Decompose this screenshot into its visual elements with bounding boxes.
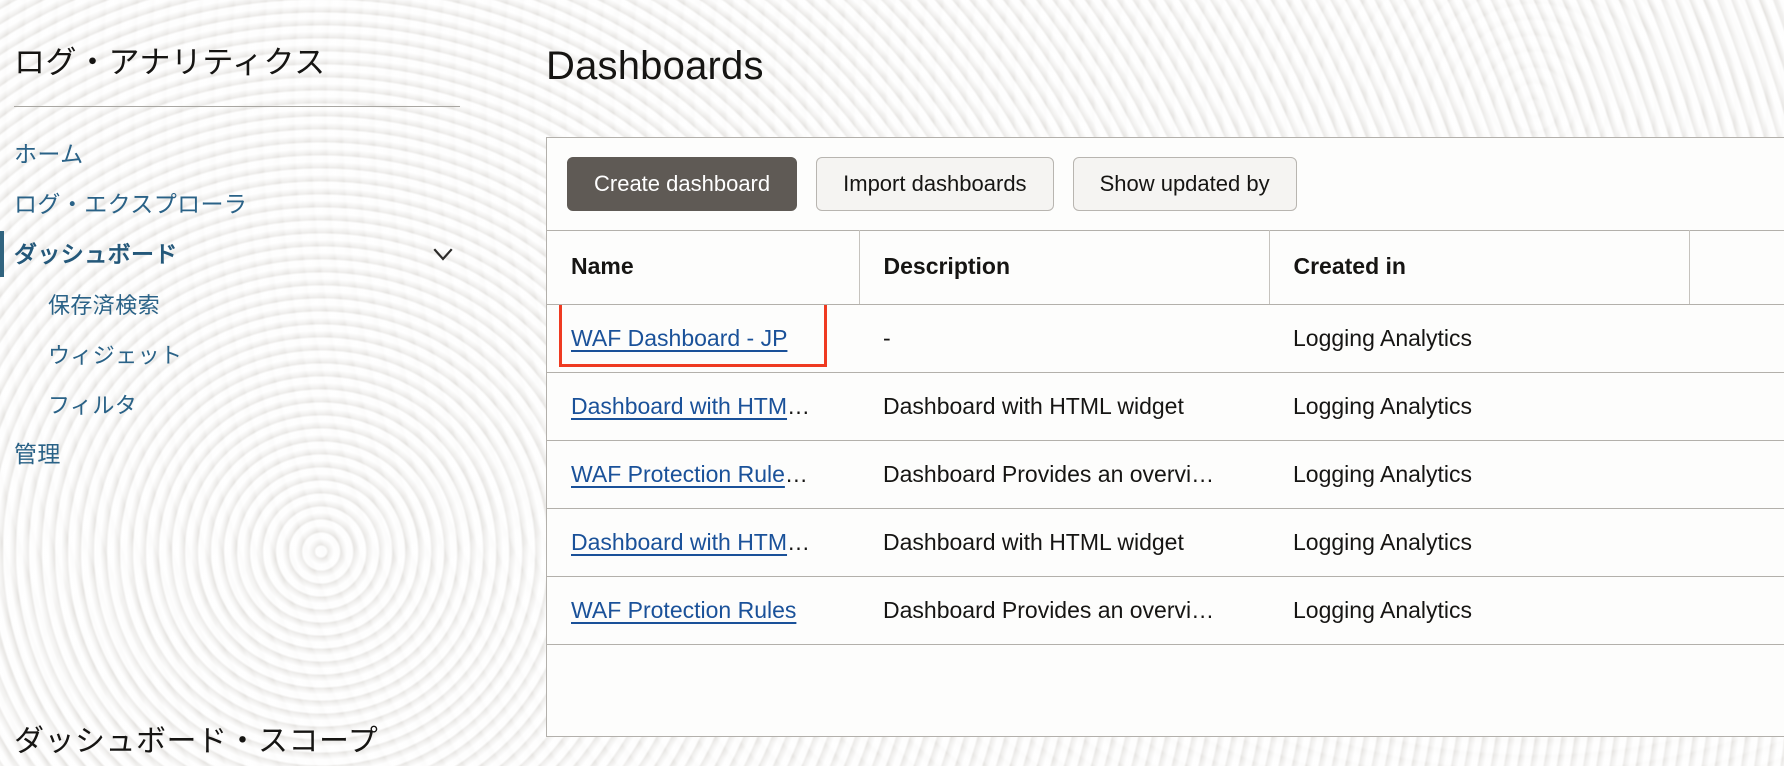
dashboard-name-link[interactable]: WAF Protection Rule — [571, 461, 785, 487]
cell-created-in: Logging Analytics — [1269, 441, 1689, 509]
dashboard-name-link[interactable]: Dashboard with HTM — [571, 393, 787, 419]
cell-created-in: Logging Analytics — [1269, 373, 1689, 441]
sidebar-item-home[interactable]: ホーム — [0, 129, 520, 179]
cell-description: Dashboard with HTML widget — [859, 373, 1269, 441]
cell-name: Dashboard with HTM… — [547, 373, 859, 441]
main-content: Dashboards Create dashboard Import dashb… — [520, 0, 1784, 766]
table-row[interactable]: WAF Protection Rule… Dashboard Provides … — [547, 441, 1784, 509]
cell-extra — [1689, 577, 1784, 645]
cell-name: WAF Protection Rules — [547, 577, 859, 645]
table-row[interactable]: Dashboard with HTM… Dashboard with HTML … — [547, 373, 1784, 441]
sidebar-item-label: ダッシュボード — [14, 238, 178, 270]
name-truncation-ellipsis: … — [787, 529, 810, 555]
cell-description: Dashboard with HTML widget — [859, 509, 1269, 577]
table-body: WAF Dashboard - JP - Logging Analytics D… — [547, 305, 1784, 645]
dashboards-panel: Create dashboard Import dashboards Show … — [546, 137, 1784, 737]
sidebar-item-label: 保存済検索 — [48, 293, 160, 318]
chevron-down-icon[interactable] — [430, 241, 456, 267]
sidebar-item-dashboards[interactable]: ダッシュボード — [0, 229, 520, 279]
sidebar-item-label: フィルタ — [48, 393, 137, 418]
cell-extra — [1689, 373, 1784, 441]
cell-extra — [1689, 305, 1784, 373]
name-truncation-ellipsis: … — [785, 461, 808, 487]
sidebar-nav: ホーム ログ・エクスプローラ ダッシュボード 保存済検索 ウィジェット — [0, 129, 520, 480]
cell-created-in: Logging Analytics — [1269, 509, 1689, 577]
sidebar-item-label: 管理 — [14, 438, 61, 470]
dashboard-name-link[interactable]: WAF Protection Rules — [571, 597, 796, 623]
sidebar: ログ・アナリティクス ホーム ログ・エクスプローラ ダッシュボード 保存済検索 — [0, 0, 520, 766]
table-row[interactable]: WAF Protection Rules Dashboard Provides … — [547, 577, 1784, 645]
import-dashboards-button[interactable]: Import dashboards — [816, 157, 1053, 211]
sidebar-item-administration[interactable]: 管理 — [0, 429, 520, 479]
dashboards-table: Name Description Created in WAF Dashboar… — [547, 230, 1784, 645]
app-layout: ログ・アナリティクス ホーム ログ・エクスプローラ ダッシュボード 保存済検索 — [0, 0, 1784, 766]
cell-created-in: Logging Analytics — [1269, 305, 1689, 373]
sidebar-title: ログ・アナリティクス — [0, 42, 520, 84]
table-row[interactable]: WAF Dashboard - JP - Logging Analytics — [547, 305, 1784, 373]
cell-created-in: Logging Analytics — [1269, 577, 1689, 645]
cell-name: WAF Protection Rule… — [547, 441, 859, 509]
page-title: Dashboards — [546, 44, 1784, 89]
dashboard-name-link[interactable]: Dashboard with HTM — [571, 529, 787, 555]
sidebar-item-label: ウィジェット — [48, 343, 182, 368]
sidebar-item-label: ログ・エクスプローラ — [14, 188, 247, 220]
dashboard-name-link[interactable]: WAF Dashboard - JP — [571, 325, 787, 351]
cell-description: Dashboard Provides an overvi… — [859, 441, 1269, 509]
show-updated-by-button[interactable]: Show updated by — [1073, 157, 1297, 211]
sidebar-item-filters[interactable]: フィルタ — [0, 379, 520, 429]
column-header-created-in[interactable]: Created in — [1269, 231, 1689, 305]
dashboards-toolbar: Create dashboard Import dashboards Show … — [547, 138, 1784, 230]
table-head: Name Description Created in — [547, 231, 1784, 305]
sidebar-item-label: ホーム — [14, 138, 84, 170]
cell-name: WAF Dashboard - JP — [547, 305, 859, 373]
create-dashboard-button[interactable]: Create dashboard — [567, 157, 797, 211]
cell-description: Dashboard Provides an overvi… — [859, 577, 1269, 645]
table-header-row: Name Description Created in — [547, 231, 1784, 305]
column-header-description[interactable]: Description — [859, 231, 1269, 305]
sidebar-divider — [14, 106, 460, 107]
table-row[interactable]: Dashboard with HTM… Dashboard with HTML … — [547, 509, 1784, 577]
sidebar-item-saved-searches[interactable]: 保存済検索 — [0, 279, 520, 329]
sidebar-item-widgets[interactable]: ウィジェット — [0, 329, 520, 379]
cell-name: Dashboard with HTM… — [547, 509, 859, 577]
column-header-name[interactable]: Name — [547, 231, 859, 305]
dashboard-scope-heading: ダッシュボード・スコープ — [14, 716, 378, 760]
cell-extra — [1689, 509, 1784, 577]
column-header-extra[interactable] — [1689, 231, 1784, 305]
name-truncation-ellipsis: … — [787, 393, 810, 419]
cell-description: - — [859, 305, 1269, 373]
cell-extra — [1689, 441, 1784, 509]
sidebar-item-log-explorer[interactable]: ログ・エクスプローラ — [0, 179, 520, 229]
